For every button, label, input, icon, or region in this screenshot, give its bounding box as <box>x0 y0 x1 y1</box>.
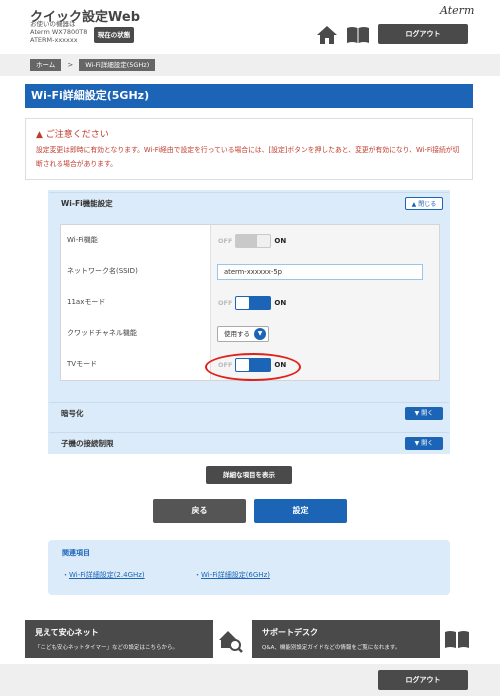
encryption-section-title: 暗号化 <box>61 409 84 418</box>
show-details-button[interactable]: 詳細な項目を表示 <box>206 466 292 484</box>
switch-off-label: OFF <box>218 299 233 307</box>
device-name: ATERM-xxxxxx <box>30 36 78 44</box>
select-value: 使用する <box>224 330 250 338</box>
caution-title-text: ご注意ください <box>45 130 109 140</box>
row-label-tv-mode: TVモード <box>61 349 211 380</box>
child-limit-section-header[interactable]: 子機の接続制限 ▼ 開く <box>49 432 449 454</box>
switch-on-label: ON <box>274 299 287 307</box>
device-info: お使いの機器は Aterm WX7800T8 ATERM-xxxxxx <box>30 20 87 44</box>
caution-box: ▲ ご注意ください 設定変更は即時に有効となります。Wi-Fi経由で設定を行って… <box>25 118 473 180</box>
breadcrumb: ホーム > Wi-Fi詳細設定(5GHz) <box>30 59 156 71</box>
home-icon[interactable] <box>316 25 338 45</box>
footer-logout-button[interactable]: ログアウト <box>378 670 468 690</box>
home-search-icon-svg <box>219 631 243 653</box>
logout-button[interactable]: ログアウト <box>378 24 468 44</box>
expand-label: 開く <box>421 410 434 417</box>
row-control: OFF ON <box>211 225 439 256</box>
breadcrumb-current: Wi-Fi詳細設定(5GHz) <box>79 59 156 71</box>
related-title: 関連項目 <box>62 549 90 557</box>
child-limit-expand-button[interactable]: ▼ 開く <box>405 437 443 450</box>
quad-channel-select[interactable]: 使用する ▼ <box>217 326 269 342</box>
row-control: 使用する ▼ <box>211 318 439 349</box>
caution-text: 設定変更は即時に有効となります。Wi-Fi経由で設定を行っている場合には、[設定… <box>36 146 460 168</box>
book-icon-svg <box>445 631 469 648</box>
chevron-down-icon: ▼ <box>254 328 266 340</box>
expand-label: 開く <box>421 440 434 447</box>
page-title: Wi-Fi詳細設定(5GHz) <box>25 84 473 108</box>
ssid-input[interactable] <box>217 264 423 280</box>
chevron-up-icon: ▲ <box>411 201 417 208</box>
header: クイック設定Web お使いの機器は Aterm WX7800T8 ATERM-x… <box>0 0 500 52</box>
mieteanshin-banner[interactable]: 見えて安心ネット 「こども安心ネットタイマー」などの設定はこちらから。 <box>25 620 247 658</box>
device-caption: お使いの機器は <box>30 20 76 28</box>
related-link-text[interactable]: Wi-Fi詳細設定(2.4GHz) <box>69 571 145 579</box>
home-search-icon <box>213 620 247 658</box>
table-row: クワッドチャネル機能 使用する ▼ <box>61 318 439 349</box>
child-limit-section-title: 子機の接続制限 <box>61 439 114 448</box>
switch-off-label: OFF <box>218 237 233 245</box>
book-icon <box>440 620 474 658</box>
encryption-section-header[interactable]: 暗号化 ▼ 開く <box>49 402 449 424</box>
table-row: ネットワーク名(SSID) <box>61 256 439 287</box>
caution-title: ▲ ご注意ください <box>36 127 109 140</box>
related-link-2-4ghz[interactable]: ・Wi-Fi詳細設定(2.4GHz) <box>62 570 145 580</box>
wifi-section-header: Wi-Fi機能設定 ▲ 閉じる <box>49 192 449 214</box>
bullet-icon: ・ <box>62 571 69 579</box>
promo-title: 見えて安心ネット <box>35 628 99 637</box>
brand-logo: Aterm <box>440 4 475 17</box>
row-control: OFF ON <box>211 287 439 318</box>
promo-desc: Q&A、機能別設定ガイドなどの情報をご覧になれます。 <box>262 645 401 651</box>
manual-book-icon[interactable] <box>346 26 370 44</box>
bullet-icon: ・ <box>194 571 201 579</box>
row-label-11ax-mode: 11axモード <box>61 287 211 318</box>
back-button[interactable]: 戻る <box>153 499 246 523</box>
wifi-function-switch[interactable]: OFF ON <box>218 234 286 248</box>
wifi-section-collapse-button[interactable]: ▲ 閉じる <box>405 197 443 210</box>
highlight-ring <box>205 353 301 381</box>
warning-icon: ▲ <box>36 130 43 140</box>
table-row: Wi-Fi機能 OFF ON <box>61 225 439 256</box>
row-label-ssid: ネットワーク名(SSID) <box>61 256 211 287</box>
wifi-section-title: Wi-Fi機能設定 <box>61 199 113 208</box>
table-row: 11axモード OFF ON <box>61 287 439 318</box>
breadcrumb-separator: > <box>67 61 74 69</box>
collapse-label: 閉じる <box>418 201 437 208</box>
chevron-down-icon: ▼ <box>414 410 420 417</box>
row-label-quad-channel: クワッドチャネル機能 <box>61 318 211 349</box>
chevron-down-icon: ▼ <box>414 440 420 447</box>
related-link-6ghz[interactable]: ・Wi-Fi詳細設定(6GHz) <box>194 570 270 580</box>
apply-button[interactable]: 設定 <box>254 499 347 523</box>
related-items-box: 関連項目 ・Wi-Fi詳細設定(2.4GHz) ・Wi-Fi詳細設定(6GHz) <box>48 540 450 595</box>
row-label-wifi-function: Wi-Fi機能 <box>61 225 211 256</box>
promo-title: サポートデスク <box>262 628 318 637</box>
11ax-mode-switch[interactable]: OFF ON <box>218 296 286 310</box>
breadcrumb-home-link[interactable]: ホーム <box>30 59 62 71</box>
current-status-button[interactable]: 現在の状態 <box>94 27 134 43</box>
switch-knob <box>236 297 250 309</box>
switch-track[interactable] <box>235 296 272 310</box>
support-desk-banner[interactable]: サポートデスク Q&A、機能別設定ガイドなどの情報をご覧になれます。 <box>252 620 474 658</box>
switch-on-label: ON <box>274 237 287 245</box>
promo-desc: 「こども安心ネットタイマー」などの設定はこちらから。 <box>35 645 179 651</box>
related-link-text[interactable]: Wi-Fi詳細設定(6GHz) <box>201 571 270 579</box>
switch-track[interactable] <box>235 234 272 248</box>
switch-knob <box>257 235 271 247</box>
row-control <box>211 256 439 287</box>
device-model: Aterm WX7800T8 <box>30 28 88 36</box>
encryption-expand-button[interactable]: ▼ 開く <box>405 407 443 420</box>
